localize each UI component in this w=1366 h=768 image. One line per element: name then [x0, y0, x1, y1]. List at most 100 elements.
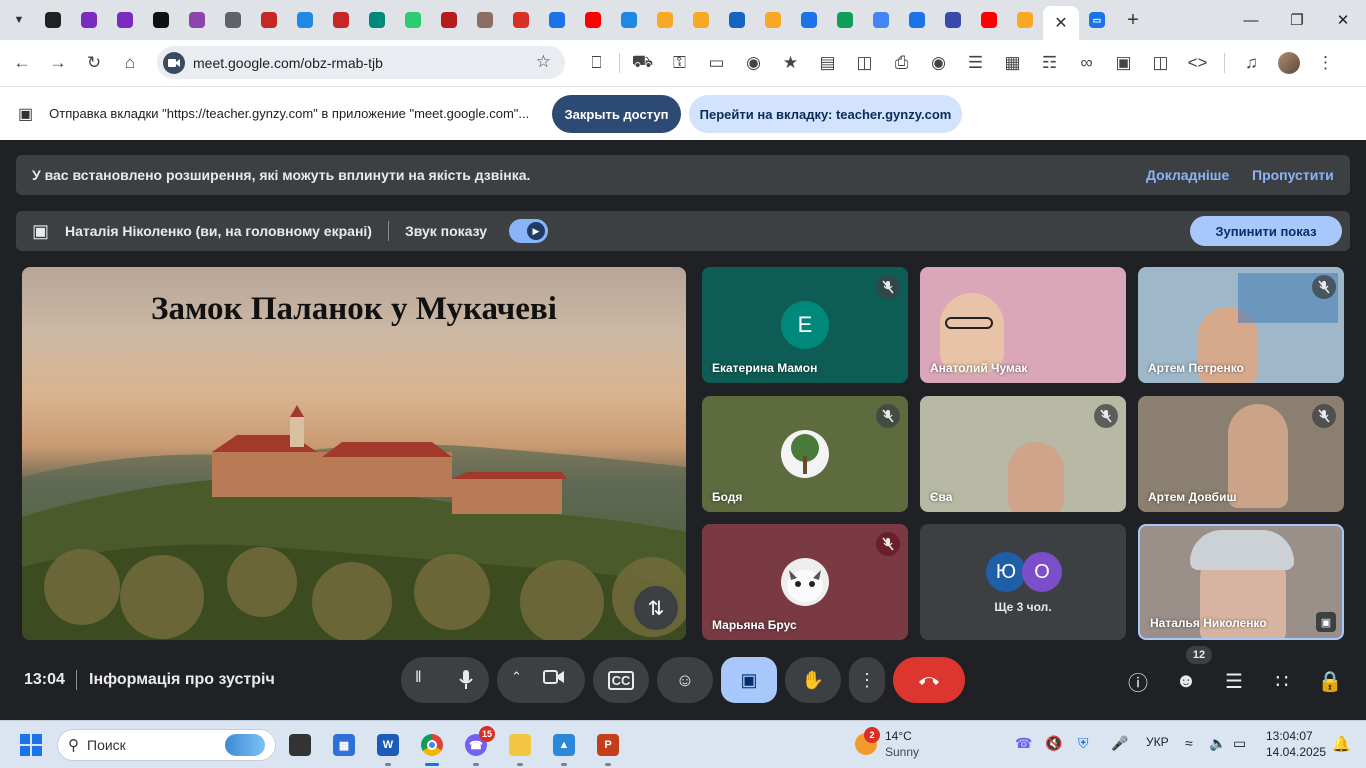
people-icon[interactable]: ☻ [1169, 664, 1203, 698]
extensions-puzzle-icon[interactable]: ⎕ [578, 45, 615, 81]
home-icon[interactable]: ⌂ [112, 45, 148, 81]
print-icon[interactable]: ⎙ [883, 45, 920, 81]
participant-tile[interactable]: Єва [920, 396, 1126, 512]
notes-icon[interactable]: ▤ [809, 45, 846, 81]
raise-hand-button[interactable]: ✋ [785, 657, 841, 703]
browser-tab[interactable] [359, 0, 395, 40]
tab-search-chevron-icon[interactable]: ▼ [7, 8, 31, 32]
camera-icon[interactable] [543, 669, 565, 690]
translate-icon[interactable]: ☰ [957, 45, 994, 81]
url-text[interactable]: meet.google.com/obz-rmab-tjb [193, 55, 383, 71]
browser-tab[interactable] [863, 0, 899, 40]
browser-tab[interactable] [215, 0, 251, 40]
maximize-icon[interactable]: ❐ [1274, 0, 1320, 40]
host-controls-icon[interactable]: 🔒 [1313, 664, 1347, 698]
active-tab-close-icon[interactable]: ✕ [1043, 6, 1079, 40]
participant-tile[interactable]: Артем Довбиш [1138, 396, 1344, 512]
browser-tab[interactable] [539, 0, 575, 40]
browser-tab[interactable] [827, 0, 863, 40]
more-options-button[interactable]: ⋮ [849, 657, 885, 703]
photos-app-icon[interactable]: ▲ [549, 730, 579, 766]
taskbar-search[interactable]: ⚲ Поиск [57, 729, 276, 761]
meet-camera-icon[interactable] [163, 51, 185, 74]
task-view-icon[interactable] [285, 730, 315, 760]
clock-date[interactable]: 14.04.2025 [1266, 745, 1326, 759]
present-now-button[interactable]: ▣ [721, 657, 777, 703]
browser-tab[interactable] [71, 0, 107, 40]
reactions-button[interactable]: ☺ [657, 657, 713, 703]
car-icon[interactable]: ⛟ [624, 45, 661, 81]
browser-tab[interactable] [791, 0, 827, 40]
speaker-icon[interactable]: 🔈 [1209, 735, 1226, 752]
browser-tab[interactable] [503, 0, 539, 40]
audio-levels-icon[interactable]: ‖ [415, 669, 422, 687]
self-view-tile[interactable]: Наталья Николенко ▣ [1138, 524, 1344, 640]
camera-capture-icon[interactable]: ◉ [920, 45, 957, 81]
language-indicator[interactable]: УКР [1146, 735, 1169, 749]
browser-tab[interactable] [935, 0, 971, 40]
participant-tile[interactable]: Е Екатерина Мамон [702, 267, 908, 383]
browser-tab[interactable] [107, 0, 143, 40]
key-icon[interactable]: ⚿ [661, 45, 698, 81]
chrome-app-icon[interactable] [417, 730, 447, 766]
word-app-icon[interactable]: W [373, 730, 403, 766]
browser-tab[interactable] [395, 0, 431, 40]
back-icon[interactable]: ← [4, 45, 40, 81]
volume-mute-icon[interactable]: 🔇 [1045, 735, 1062, 752]
cast-icon[interactable]: ▣ [1105, 45, 1142, 81]
browser-tab[interactable] [467, 0, 503, 40]
address-bar[interactable]: meet.google.com/obz-rmab-tjb ☆ [157, 46, 565, 79]
browser-tab[interactable] [611, 0, 647, 40]
dev-code-icon[interactable]: <> [1179, 45, 1216, 81]
bookmark-star-icon[interactable]: ☆ [536, 52, 551, 72]
browser-tab[interactable] [287, 0, 323, 40]
location-pin-icon[interactable]: ◉ [735, 45, 772, 81]
chevron-up-icon[interactable]: ⌃ [511, 669, 522, 685]
browser-tab[interactable] [251, 0, 287, 40]
swap-layout-button[interactable]: ⇅ [634, 586, 678, 630]
browser-tab[interactable] [719, 0, 755, 40]
stop-presenting-button[interactable]: Зупинити показ [1190, 216, 1342, 246]
viber-tray-icon[interactable]: ☎ [1015, 735, 1032, 752]
reload-icon[interactable]: ↻ [76, 45, 112, 81]
more-participants-tile[interactable]: Ю О Ще 3 чол. [920, 524, 1126, 640]
tab-screen-share[interactable]: ▭ [1079, 0, 1115, 40]
browser-tab[interactable] [683, 0, 719, 40]
card-icon[interactable]: ▭ [698, 45, 735, 81]
browser-tab[interactable] [575, 0, 611, 40]
close-window-icon[interactable]: ✕ [1320, 0, 1366, 40]
media-controls-icon[interactable]: ♫ [1233, 45, 1270, 81]
clock-time[interactable]: 13:04:07 [1266, 729, 1313, 743]
browser-tab[interactable] [143, 0, 179, 40]
browser-tab[interactable] [647, 0, 683, 40]
star-list-icon[interactable]: ★ [772, 45, 809, 81]
reading-mode-icon[interactable]: ☶ [1031, 45, 1068, 81]
stop-sharing-button[interactable]: Закрыть доступ [552, 95, 681, 133]
mic-icon[interactable] [445, 659, 487, 701]
browser-tab[interactable] [431, 0, 467, 40]
info-icon[interactable]: ⓘ [1121, 664, 1155, 698]
trash-icon[interactable]: ◫ [846, 45, 883, 81]
learn-more-link[interactable]: Докладніше [1146, 167, 1229, 183]
captions-button[interactable]: CC [593, 657, 649, 703]
browser-tab[interactable] [179, 0, 215, 40]
link-icon[interactable]: ∞ [1068, 45, 1105, 81]
browser-tab[interactable] [971, 0, 1007, 40]
table-icon[interactable]: ◫ [1142, 45, 1179, 81]
participant-tile[interactable]: Бодя [702, 396, 908, 512]
store-app-icon[interactable]: ▦ [329, 730, 359, 760]
mic-tray-icon[interactable]: 🎤 [1111, 735, 1128, 752]
profile-avatar[interactable] [1270, 45, 1307, 81]
participant-tile[interactable]: Артем Петренко [1138, 267, 1344, 383]
leave-call-button[interactable] [893, 657, 965, 703]
battery-icon[interactable]: ▭ [1233, 735, 1246, 752]
pip-icon[interactable]: ▣ [1316, 612, 1336, 632]
browser-tab[interactable] [323, 0, 359, 40]
viber-app-icon[interactable]: ☎ 15 [461, 726, 495, 766]
file-explorer-icon[interactable] [505, 730, 535, 766]
browser-tab[interactable] [1007, 0, 1043, 40]
qr-code-icon[interactable]: ▦ [994, 45, 1031, 81]
share-audio-toggle[interactable]: ▶ [509, 219, 548, 243]
skip-link[interactable]: Пропустити [1252, 167, 1334, 183]
participant-tile[interactable]: Марьяна Брус [702, 524, 908, 640]
